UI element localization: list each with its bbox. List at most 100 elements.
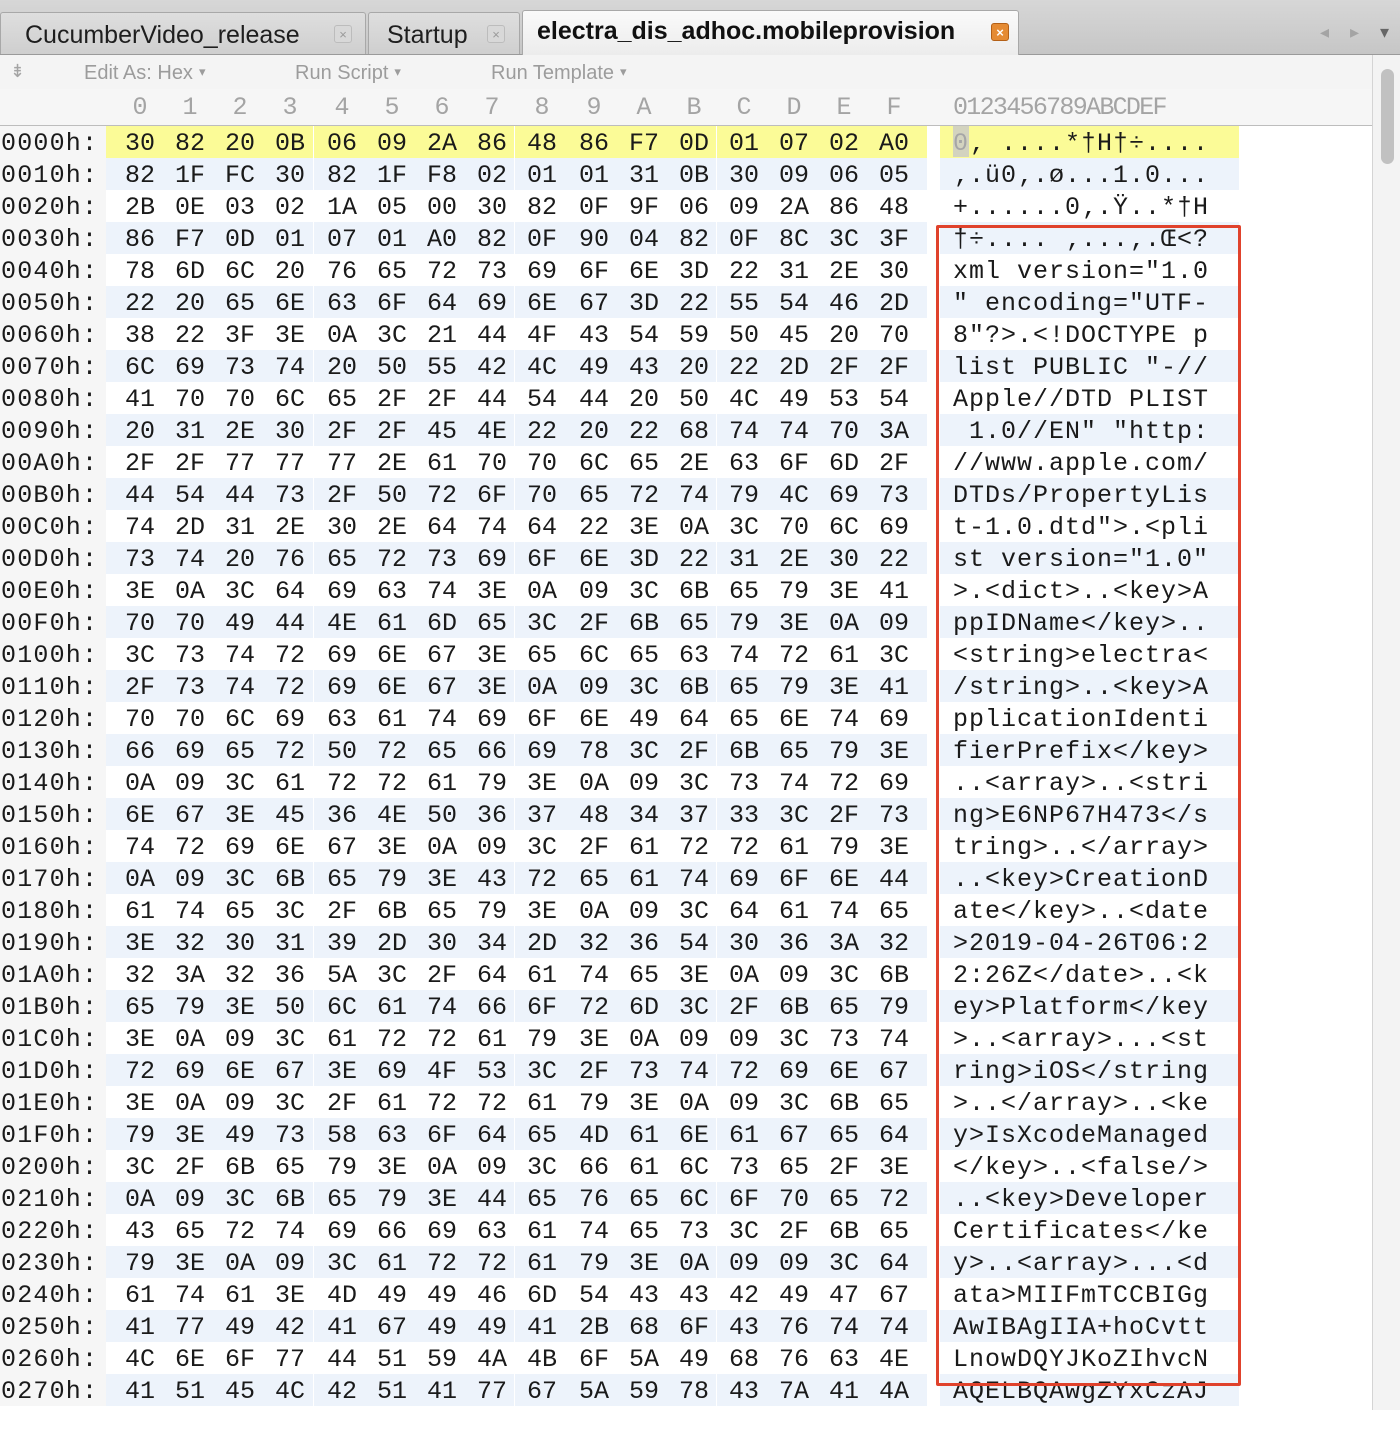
hex-byte[interactable]: 2A (769, 193, 819, 222)
hex-byte[interactable]: 0A (115, 865, 165, 894)
hex-byte[interactable]: 2F (669, 737, 719, 766)
hex-byte[interactable]: 73 (215, 353, 265, 382)
hex-byte[interactable]: 09 (569, 673, 619, 702)
hex-byte[interactable]: 63 (669, 641, 719, 670)
hex-byte[interactable]: 6F (215, 1345, 265, 1374)
hex-byte[interactable]: 3E (669, 961, 719, 990)
hex-byte[interactable]: 1A (317, 193, 367, 222)
hex-byte[interactable]: 41 (115, 385, 165, 414)
hex-byte[interactable]: 74 (215, 641, 265, 670)
hex-byte[interactable]: 77 (215, 449, 265, 478)
hex-byte[interactable]: 2B (569, 1313, 619, 1342)
hex-byte[interactable]: 79 (769, 577, 819, 606)
hex-byte[interactable]: 20 (819, 321, 869, 350)
hex-byte[interactable]: 09 (367, 129, 417, 158)
hex-byte[interactable]: 61 (467, 1025, 517, 1054)
hex-byte[interactable]: 2F (317, 1089, 367, 1118)
hex-byte[interactable]: 0A (417, 1153, 467, 1182)
hex-byte[interactable]: 20 (619, 385, 669, 414)
hex-byte[interactable]: 73 (417, 545, 467, 574)
hex-byte[interactable]: 79 (367, 1185, 417, 1214)
hex-byte[interactable]: 6C (215, 257, 265, 286)
hex-byte[interactable]: 07 (769, 129, 819, 158)
hex-byte[interactable]: 65 (819, 1185, 869, 1214)
hex-byte[interactable]: 6E (619, 257, 669, 286)
hex-byte[interactable]: 76 (769, 1345, 819, 1374)
hex-byte[interactable]: 0A (569, 897, 619, 926)
hex-byte[interactable]: 2F (869, 449, 919, 478)
hex-byte[interactable]: 69 (517, 737, 567, 766)
hex-byte[interactable]: 41 (115, 1313, 165, 1342)
hex-byte[interactable]: 74 (165, 545, 215, 574)
hex-byte[interactable]: 33 (719, 801, 769, 830)
hex-byte[interactable]: 30 (819, 545, 869, 574)
hex-byte[interactable]: 2E (215, 417, 265, 446)
hex-byte[interactable]: 09 (719, 1089, 769, 1118)
ascii-text[interactable]: +......0‚.Ÿ..*†H (953, 193, 1209, 222)
hex-byte[interactable]: 65 (317, 385, 367, 414)
hex-byte[interactable]: 3C (517, 1057, 567, 1086)
hex-byte[interactable]: 30 (719, 929, 769, 958)
hex-byte[interactable]: 69 (869, 769, 919, 798)
hex-byte[interactable]: 63 (719, 449, 769, 478)
hex-byte[interactable]: 39 (317, 929, 367, 958)
hex-byte[interactable]: 63 (367, 577, 417, 606)
hex-byte[interactable]: 34 (619, 801, 669, 830)
hex-byte[interactable]: 73 (869, 801, 919, 830)
hex-byte[interactable]: 6E (819, 865, 869, 894)
hex-byte[interactable]: 44 (215, 481, 265, 510)
hex-byte[interactable]: 59 (669, 321, 719, 350)
hex-byte[interactable]: 32 (869, 929, 919, 958)
hex-byte[interactable]: 6C (819, 513, 869, 542)
hex-byte[interactable]: 0E (165, 193, 215, 222)
hex-byte[interactable]: 61 (517, 1249, 567, 1278)
hex-byte[interactable]: 2E (669, 449, 719, 478)
hex-byte[interactable]: 48 (569, 801, 619, 830)
hex-byte[interactable]: 6F (569, 257, 619, 286)
hex-byte[interactable]: 30 (467, 193, 517, 222)
hex-byte[interactable]: 61 (367, 1089, 417, 1118)
hex-byte[interactable]: 36 (619, 929, 669, 958)
hex-byte[interactable]: 2F (317, 897, 367, 926)
hex-byte[interactable]: 09 (467, 1153, 517, 1182)
hex-byte[interactable]: 49 (669, 1345, 719, 1374)
close-icon[interactable]: × (487, 25, 505, 43)
hex-byte[interactable]: 61 (719, 1121, 769, 1150)
hex-byte[interactable]: 73 (669, 1217, 719, 1246)
hex-byte[interactable]: 49 (769, 385, 819, 414)
hex-byte[interactable]: 74 (265, 1217, 315, 1246)
hex-byte[interactable]: 3C (517, 609, 567, 638)
hex-byte[interactable]: 49 (619, 705, 669, 734)
hex-byte[interactable]: 44 (317, 1345, 367, 1374)
hex-byte[interactable]: 0A (619, 1025, 669, 1054)
hex-byte[interactable]: 22 (719, 257, 769, 286)
hex-byte[interactable]: 69 (317, 641, 367, 670)
hex-byte[interactable]: 65 (467, 609, 517, 638)
hex-byte[interactable]: 44 (265, 609, 315, 638)
hex-byte[interactable]: 3C (769, 1025, 819, 1054)
hex-byte[interactable]: 79 (317, 1153, 367, 1182)
hex-byte[interactable]: 09 (215, 1025, 265, 1054)
hex-byte[interactable]: 6E (569, 705, 619, 734)
hex-byte[interactable]: 3E (115, 1089, 165, 1118)
hex-byte[interactable]: 2E (819, 257, 869, 286)
hex-byte[interactable]: 59 (417, 1345, 467, 1374)
hex-byte[interactable]: 73 (467, 257, 517, 286)
hex-byte[interactable]: 72 (569, 993, 619, 1022)
hex-byte[interactable]: 65 (367, 257, 417, 286)
hex-byte[interactable]: 51 (367, 1345, 417, 1374)
hex-byte[interactable]: 43 (669, 1281, 719, 1310)
hex-byte[interactable]: 41 (317, 1313, 367, 1342)
hex-byte[interactable]: 65 (317, 545, 367, 574)
hex-byte[interactable]: 3C (719, 1217, 769, 1246)
hex-byte[interactable]: 41 (819, 1377, 869, 1406)
hex-byte[interactable]: 64 (719, 897, 769, 926)
hex-byte[interactable]: 4F (417, 1057, 467, 1086)
hex-byte[interactable]: 3E (115, 1025, 165, 1054)
hex-byte[interactable]: 78 (569, 737, 619, 766)
run-template-dropdown[interactable]: Run Template ▾ (491, 62, 627, 85)
hex-byte[interactable]: 79 (569, 1249, 619, 1278)
hex-byte[interactable]: 0A (165, 1025, 215, 1054)
hex-byte[interactable]: 3C (619, 577, 669, 606)
hex-byte[interactable]: 6E (819, 1057, 869, 1086)
